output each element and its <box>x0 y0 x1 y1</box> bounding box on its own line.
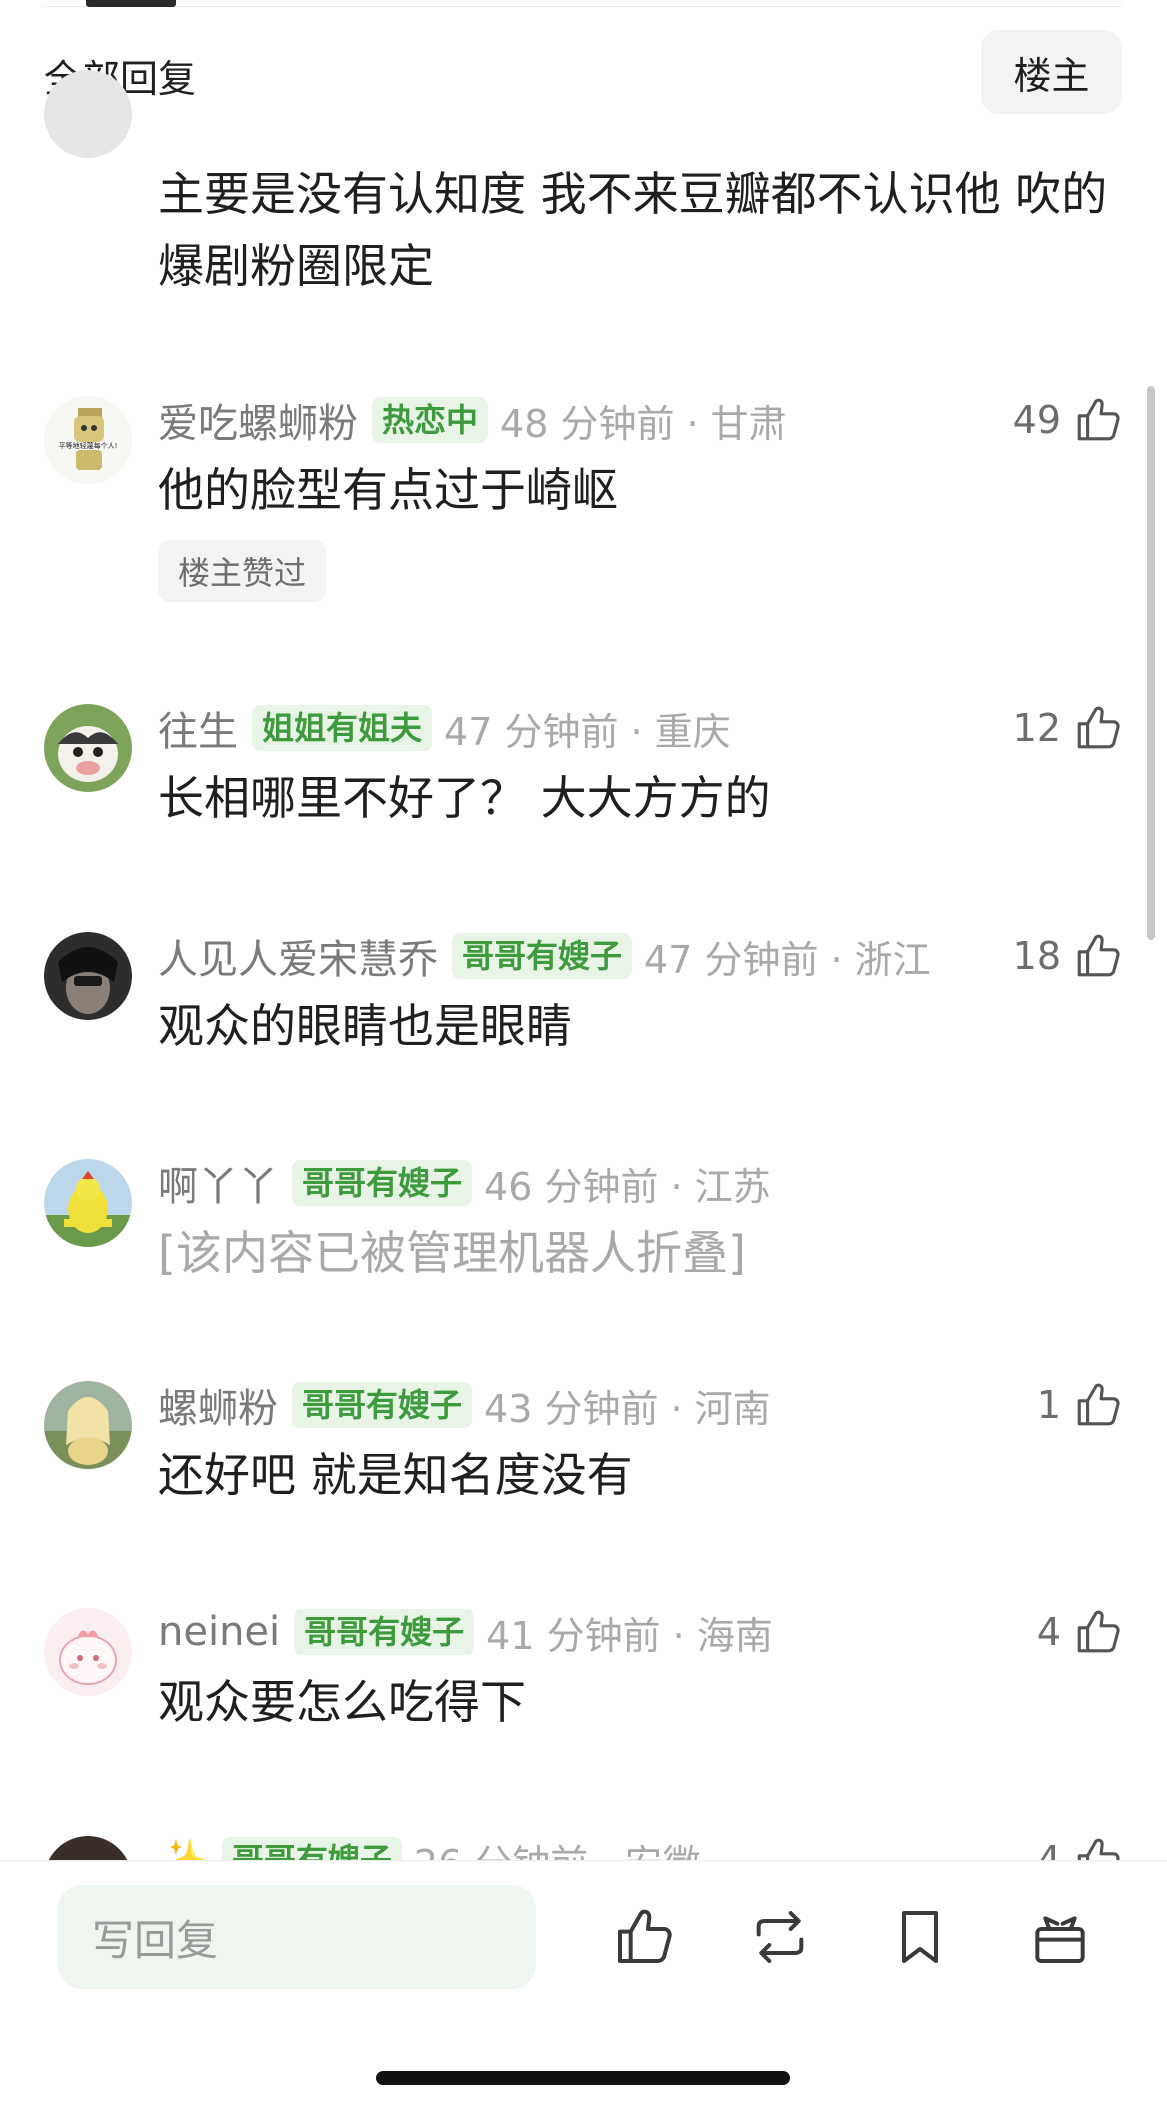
bookmark-icon[interactable] <box>888 1905 952 1969</box>
comment-meta: 啊丫丫 哥哥有嫂子 46 分钟前 · 江苏 <box>158 1153 771 1213</box>
thumbs-up-icon[interactable] <box>1073 395 1123 445</box>
thumbs-up-icon[interactable] <box>1073 1607 1123 1657</box>
comment-meta: 螺蛳粉 哥哥有嫂子 43 分钟前 · 河南 <box>158 1375 771 1435</box>
user-badge: 热恋中 <box>372 397 489 443</box>
timestamp-location: 48 分钟前 · 甘肃 <box>500 401 787 446</box>
thumbs-up-icon[interactable] <box>1073 1380 1123 1430</box>
like-count: 49 <box>1012 398 1061 442</box>
like-control[interactable]: 49 <box>1013 390 1123 450</box>
op-only-button[interactable]: 楼主 <box>981 30 1122 114</box>
like-control[interactable]: 12 <box>1013 698 1123 758</box>
comment-meta: 人见人爱宋慧乔 哥哥有嫂子 47 分钟前 · 浙江 <box>158 926 931 986</box>
avatar[interactable] <box>44 704 132 792</box>
timestamp-location: 43 分钟前 · 河南 <box>484 1386 771 1431</box>
like-count: 4 <box>1036 1610 1061 1654</box>
home-indicator[interactable] <box>376 2071 790 2085</box>
op-liked-tag: 楼主赞过 <box>158 540 326 602</box>
username[interactable]: 螺蛳粉 <box>158 1376 278 1434</box>
comment-item: 啊丫丫 哥哥有嫂子 46 分钟前 · 江苏 [该内容已被管理机器人折叠] <box>0 1153 1167 1303</box>
avatar[interactable] <box>44 932 132 1020</box>
thumbs-up-icon[interactable] <box>612 1905 676 1969</box>
reply-input[interactable]: 写回复 <box>58 1885 536 1989</box>
repost-icon[interactable] <box>748 1905 812 1969</box>
gift-icon[interactable] <box>1028 1905 1092 1969</box>
user-badge: 姐姐有姐夫 <box>252 705 433 751</box>
avatar-caption: 平等地轻蔑每个人! <box>59 441 118 450</box>
like-count: 18 <box>1012 934 1061 978</box>
comment-text: 观众的眼睛也是眼睛 <box>158 999 572 1053</box>
avatar[interactable]: 平等地轻蔑每个人! <box>44 396 132 484</box>
comment-item: 往生 姐姐有姐夫 47 分钟前 · 重庆 12 长相哪里不好了？ 大大方方的 <box>0 698 1167 848</box>
avatar[interactable] <box>44 1381 132 1469</box>
user-badge: 哥哥有嫂子 <box>294 1609 475 1655</box>
top-divider <box>44 6 1122 7</box>
comment-item: 平等地轻蔑每个人! 爱吃螺蛳粉 热恋中 48 分钟前 · 甘肃 49 他的脸型有… <box>0 390 1167 620</box>
comment-text: 主要是没有认知度 我不来豆瓣都不认识他 吹的爆剧粉圈限定 <box>158 167 1108 293</box>
comment-text: 他的脸型有点过于崎岖 <box>158 463 618 517</box>
like-count: 1 <box>1036 1383 1061 1427</box>
comment-text: 观众要怎么吃得下 <box>158 1675 526 1729</box>
scrollbar[interactable] <box>1147 386 1155 940</box>
avatar[interactable] <box>44 1159 132 1247</box>
like-control[interactable]: 18 <box>1013 926 1123 986</box>
bottom-action-bar: 写回复 <box>0 1860 1167 2114</box>
comment-text: 还好吧 就是知名度没有 <box>158 1448 633 1502</box>
username[interactable]: 人见人爱宋慧乔 <box>158 927 438 985</box>
timestamp-location: 41 分钟前 · 海南 <box>486 1613 773 1658</box>
like-count: 12 <box>1012 706 1061 750</box>
comment-text: 长相哪里不好了？ 大大方方的 <box>158 771 771 825</box>
username[interactable]: 往生 <box>158 699 238 757</box>
comment-meta: 爱吃螺蛳粉 热恋中 48 分钟前 · 甘肃 <box>158 390 787 450</box>
username[interactable]: 爱吃螺蛳粉 <box>158 391 358 449</box>
thumbs-up-icon[interactable] <box>1073 931 1123 981</box>
tab-indicator <box>86 0 176 7</box>
thumbs-up-icon[interactable] <box>1073 703 1123 753</box>
replies-header: 全部回复 楼主 <box>0 30 1167 120</box>
like-control[interactable]: 1 <box>1037 1375 1123 1435</box>
user-badge: 哥哥有嫂子 <box>292 1160 473 1206</box>
comment-item: 主要是没有认知度 我不来豆瓣都不认识他 吹的爆剧粉圈限定 <box>0 70 1167 310</box>
avatar[interactable] <box>44 70 132 158</box>
comment-item: 人见人爱宋慧乔 哥哥有嫂子 47 分钟前 · 浙江 18 观众的眼睛也是眼睛 <box>0 926 1167 1076</box>
comment-item: neinei 哥哥有嫂子 41 分钟前 · 海南 4 观众要怎么吃得下 <box>0 1602 1167 1752</box>
comment-meta: 往生 姐姐有姐夫 47 分钟前 · 重庆 <box>158 698 731 758</box>
user-badge: 哥哥有嫂子 <box>452 933 633 979</box>
avatar[interactable] <box>44 1608 132 1696</box>
like-control[interactable]: 4 <box>1037 1602 1123 1662</box>
folded-comment-notice: [该内容已被管理机器人折叠] <box>158 1226 746 1280</box>
comment-item: 螺蛳粉 哥哥有嫂子 43 分钟前 · 河南 1 还好吧 就是知名度没有 <box>0 1375 1167 1525</box>
timestamp-location: 46 分钟前 · 江苏 <box>484 1164 771 1209</box>
user-badge: 哥哥有嫂子 <box>292 1382 473 1428</box>
username[interactable]: 啊丫丫 <box>158 1154 278 1212</box>
timestamp-location: 47 分钟前 · 重庆 <box>444 709 731 754</box>
timestamp-location: 47 分钟前 · 浙江 <box>644 937 931 982</box>
username[interactable]: neinei <box>158 1609 280 1655</box>
comment-meta: neinei 哥哥有嫂子 41 分钟前 · 海南 <box>158 1602 773 1662</box>
